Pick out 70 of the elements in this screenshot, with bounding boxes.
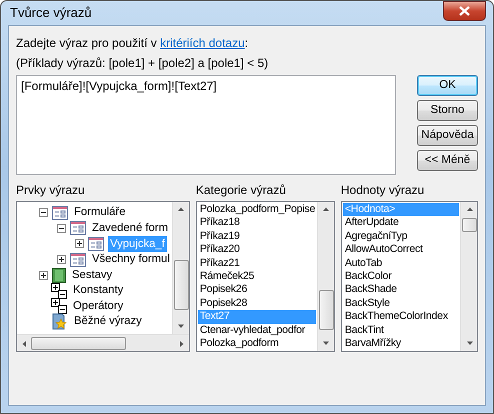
book-star-icon (51, 313, 68, 330)
close-button[interactable] (443, 1, 486, 21)
dialog-button[interactable]: Nápověda (417, 125, 478, 146)
list-item[interactable]: BackTint (342, 324, 459, 337)
list-item[interactable]: Popisek26 (198, 283, 316, 297)
up-arrow-icon[interactable] (466, 206, 472, 213)
list-item[interactable]: AfterUpdate (342, 216, 459, 230)
down-arrow-icon[interactable] (322, 340, 330, 347)
tree-item[interactable]: Konstanty (71, 282, 126, 300)
tree-item[interactable]: Operátory (71, 298, 126, 315)
plus-minus-icon (51, 282, 67, 299)
list-item[interactable]: Rámeček25 (198, 270, 316, 284)
plus-minus-icon (51, 298, 67, 314)
collapse-icon[interactable] (57, 224, 66, 233)
collapse-icon[interactable] (39, 208, 48, 218)
dialog-button[interactable]: Storno (417, 100, 478, 121)
tree-item[interactable]: Běžné výrazy (72, 313, 144, 330)
tree-item[interactable]: Zavedené form (90, 220, 170, 237)
query-criteria-link[interactable]: kritériích dotazu (160, 36, 245, 50)
dialog-button[interactable]: OK (417, 75, 478, 96)
form-icon (70, 221, 86, 236)
window-title: Tvůrce výrazů (10, 4, 92, 22)
section-label: Hodnoty výrazu (340, 182, 426, 199)
list-item[interactable]: BarvaMřížky (342, 336, 459, 350)
list-item[interactable]: Popisek28 (198, 296, 316, 310)
report-icon (52, 268, 66, 283)
right-arrow-icon[interactable] (178, 340, 185, 346)
list-item[interactable]: AutoTab (342, 256, 459, 270)
vertical-scrollbar[interactable] (172, 202, 189, 334)
list-item[interactable]: BackThemeColorIndex (342, 310, 459, 324)
form-icon (88, 236, 104, 251)
section-label: Prvky výrazu (16, 182, 86, 199)
scrollbar-thumb[interactable] (174, 260, 189, 310)
example-text: (Příklady výrazů: [pole1] + [pole2] a [pole1] < 5) (16, 55, 270, 72)
close-icon (459, 6, 470, 16)
vertical-scrollbar[interactable] (316, 202, 334, 351)
up-arrow-icon[interactable] (322, 206, 330, 213)
vertical-scrollbar[interactable] (460, 202, 477, 351)
list-item[interactable]: Příkaz21 (198, 256, 316, 270)
list-item[interactable]: BackColor (342, 270, 459, 284)
list-item[interactable]: Polozka_podform_Popise (198, 203, 316, 216)
expression-field[interactable]: [Formuláře]![Vypujcka_form]![Text27] (16, 75, 396, 175)
list-item[interactable]: Příkaz19 (198, 230, 316, 244)
dialog-button[interactable]: << Méně (417, 150, 478, 171)
list-item[interactable]: BackStyle (342, 296, 459, 310)
expand-icon[interactable] (75, 239, 84, 248)
scrollbar-thumb[interactable] (318, 290, 334, 330)
up-arrow-icon[interactable] (177, 206, 184, 213)
list-item[interactable]: Příkaz18 (198, 216, 316, 230)
scrollbar-thumb[interactable] (31, 336, 126, 350)
horizontal-scrollbar[interactable] (17, 334, 189, 351)
down-arrow-icon[interactable] (466, 340, 472, 347)
tree-item[interactable]: Formuláře (72, 204, 128, 222)
list-item[interactable]: AllowAutoCorrect (342, 243, 459, 257)
form-icon (52, 206, 68, 220)
form-icon (70, 252, 86, 267)
list-item[interactable]: AgregačníTyp (342, 230, 459, 244)
instruction-text: Zadejte výraz pro použití v kritériích dotazu: (16, 35, 250, 52)
tree-item[interactable]: Všechny formul (90, 251, 172, 268)
tree-item[interactable]: Sestavy (70, 266, 114, 284)
list-item[interactable]: Polozka_podform (198, 336, 316, 350)
down-arrow-icon[interactable] (177, 323, 184, 330)
list-item[interactable]: Příkaz20 (198, 243, 316, 257)
expand-icon[interactable] (57, 255, 66, 264)
scrollbar-thumb[interactable] (462, 218, 477, 232)
expand-icon[interactable] (39, 270, 48, 280)
left-arrow-icon[interactable] (21, 340, 28, 346)
list-item[interactable]: Ctenar-vyhledat_podfor (198, 324, 316, 337)
list-item[interactable]: BackShade (342, 283, 459, 297)
section-label: Kategorie výrazů (196, 182, 287, 199)
